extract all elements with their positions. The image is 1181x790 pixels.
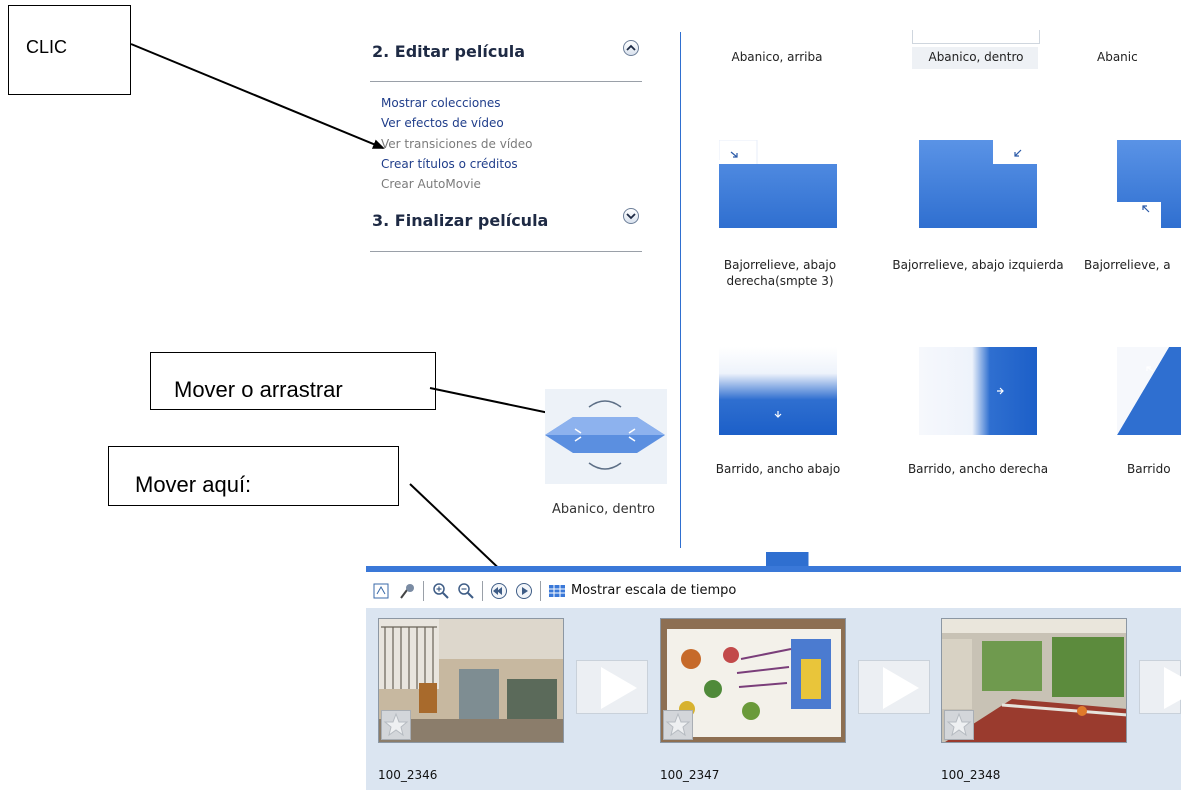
transition-thumb-bajorrelieve-derecha[interactable]: [719, 140, 837, 228]
play-transition-icon: [601, 667, 637, 709]
star-icon: [665, 712, 691, 737]
narrate-icon[interactable]: [398, 582, 416, 600]
transition-slot-3[interactable]: [1139, 660, 1181, 714]
drag-preview[interactable]: [545, 389, 667, 484]
timeline-icon[interactable]: [548, 582, 566, 600]
toolbar-separator: [423, 581, 424, 601]
star-icon: [383, 712, 409, 737]
transition-thumb-bajorrelieve-izquierda[interactable]: [919, 140, 1037, 228]
transition-label[interactable]: Barrido, ancho abajo: [698, 461, 858, 477]
edit-section-divider: [370, 81, 642, 82]
link-ver-transiciones[interactable]: Ver transiciones de vídeo: [381, 137, 533, 151]
toolbar-separator: [540, 581, 541, 601]
finish-movie-heading[interactable]: 3. Finalizar película: [372, 211, 548, 230]
link-crear-titulos[interactable]: Crear títulos o créditos: [381, 157, 518, 171]
transition-thumb-barrido-partial[interactable]: [1117, 347, 1181, 435]
play-icon[interactable]: [515, 582, 533, 600]
link-mostrar-colecciones[interactable]: Mostrar colecciones: [381, 96, 500, 110]
clip-thumbnail-1[interactable]: [378, 618, 564, 743]
transition-label-selected[interactable]: Abanico, dentro: [896, 49, 1056, 65]
transition-thumb-barrido-abajo[interactable]: [719, 347, 837, 435]
transition-label[interactable]: Barrido: [1127, 461, 1181, 477]
clip-effect-star-3: [944, 710, 974, 740]
transition-label[interactable]: Abanico, arriba: [697, 49, 857, 65]
edit-movie-heading[interactable]: 2. Editar película: [372, 42, 525, 61]
transition-label[interactable]: Barrido, ancho derecha: [898, 461, 1058, 477]
arrow-clic: [130, 43, 385, 149]
expand-finish-button[interactable]: [623, 208, 639, 224]
link-ver-efectos[interactable]: Ver efectos de vídeo: [381, 116, 504, 130]
drag-preview-label: Abanico, dentro: [552, 502, 655, 517]
pane-divider: [680, 32, 681, 548]
transition-slot-2[interactable]: [858, 660, 930, 714]
link-crear-automovie[interactable]: Crear AutoMovie: [381, 177, 481, 191]
transition-label[interactable]: Bajorrelieve, abajo izquierda: [878, 257, 1078, 273]
clip-effect-star-1: [381, 710, 411, 740]
storyboard-toolbar: [366, 572, 1181, 608]
play-transition-icon: [1164, 667, 1181, 709]
show-timeline-button[interactable]: Mostrar escala de tiempo: [571, 583, 736, 598]
clip-name-3: 100_2348: [941, 768, 1001, 782]
clip-name-2: 100_2347: [660, 768, 720, 782]
rewind-icon[interactable]: [490, 582, 508, 600]
clip-thumbnail-3[interactable]: [941, 618, 1127, 743]
zoom-out-icon[interactable]: [457, 582, 475, 600]
zoom-in-icon[interactable]: [432, 582, 450, 600]
chevron-up-icon: [626, 44, 636, 51]
clip-thumbnail-2[interactable]: [660, 618, 846, 743]
collapse-edit-button[interactable]: [623, 40, 639, 56]
transition-thumb-partial-row4[interactable]: [719, 552, 837, 566]
toolbar-separator: [482, 581, 483, 601]
transition-thumb-barrido-derecha[interactable]: [919, 347, 1037, 435]
play-transition-icon: [883, 667, 919, 709]
thumb-abanico-dentro-top: [912, 30, 1040, 44]
storyboard-icon[interactable]: [372, 582, 390, 600]
transition-label[interactable]: Abanic: [1097, 49, 1177, 65]
clip-effect-star-2: [663, 710, 693, 740]
transition-slot-1[interactable]: [576, 660, 648, 714]
star-icon: [946, 712, 972, 737]
fan-transition-icon: [545, 400, 665, 470]
transition-label[interactable]: Bajorrelieve, abajo derecha(smpte 3): [712, 257, 848, 289]
finish-section-divider: [370, 251, 642, 252]
transition-thumb-bajorrelieve-partial[interactable]: [1117, 140, 1181, 228]
transition-label[interactable]: Bajorrelieve, a: [1084, 257, 1181, 273]
clip-name-1: 100_2346: [378, 768, 438, 782]
chevron-down-icon: [626, 213, 636, 220]
